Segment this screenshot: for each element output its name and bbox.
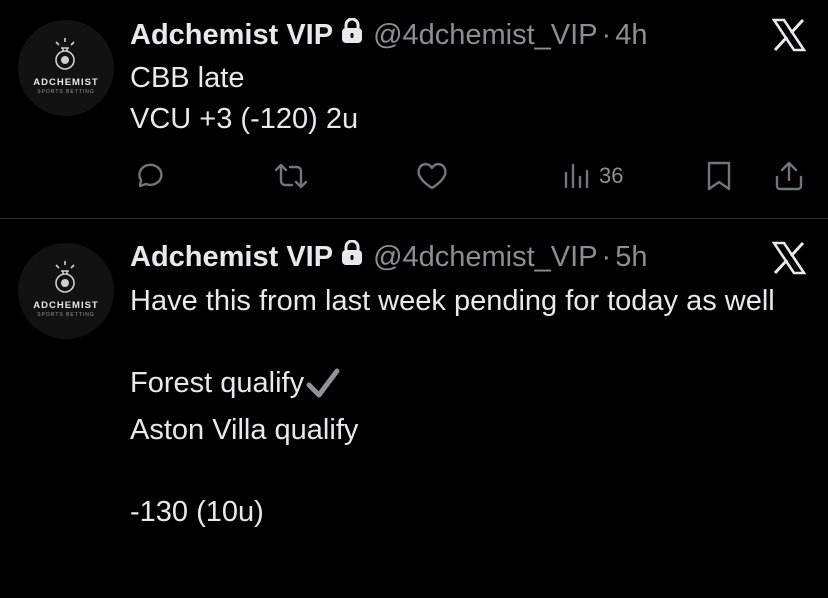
tweet-header: Adchemist VIP @4dchemist_VIP · 5h (130, 239, 647, 275)
author-handle[interactable]: @4dchemist_VIP (373, 19, 597, 52)
author-name[interactable]: Adchemist VIP (130, 19, 333, 52)
bookmark-button[interactable] (704, 156, 734, 196)
separator: · (601, 18, 612, 51)
share-icon (775, 161, 803, 191)
tweet-text-line: Forest qualify (130, 367, 305, 399)
avatar[interactable]: ADCHEMIST SPORTS BETTING (18, 20, 114, 116)
tweet-actions: 36 (0, 156, 828, 196)
separator: · (601, 240, 612, 273)
author-name[interactable]: Adchemist VIP (130, 241, 333, 274)
checkmark-icon (306, 368, 340, 410)
avatar-brand: ADCHEMIST (33, 77, 98, 88)
views-icon (564, 163, 589, 189)
repost-button[interactable] (272, 156, 310, 196)
heart-icon (417, 162, 447, 190)
tweet-header: Adchemist VIP @4dchemist_VIP · 4h (130, 17, 647, 53)
x-logo-icon (771, 241, 807, 275)
tweet-text-line: Aston Villa qualify (130, 414, 359, 446)
views-count: 36 (599, 163, 624, 188)
tweet-text-line: Have this from last week pending for tod… (130, 285, 775, 317)
avatar[interactable]: ADCHEMIST SPORTS BETTING (18, 243, 114, 339)
reply-button[interactable] (131, 156, 165, 196)
x-logo-icon (771, 18, 807, 52)
reply-icon (138, 163, 163, 188)
avatar-brand: ADCHEMIST (33, 300, 98, 311)
tweet-text-line: -130 (10u) (130, 496, 264, 528)
tweet-text: CBB late VCU +3 (-120) 2u (130, 62, 359, 135)
avatar-tagline: SPORTS BETTING (37, 312, 95, 318)
lock-icon (341, 17, 363, 52)
tweet-text: Have this from last week pending for tod… (130, 281, 810, 533)
timestamp[interactable]: 4h (615, 19, 647, 52)
share-button[interactable] (772, 156, 806, 196)
avatar-tagline: SPORTS BETTING (37, 89, 95, 95)
timestamp[interactable]: 5h (615, 241, 647, 274)
lock-icon (341, 239, 363, 274)
repost-icon (274, 163, 308, 189)
views-button[interactable]: 36 (561, 156, 623, 196)
tweet-2[interactable]: ADCHEMIST SPORTS BETTING Adchemist VIP @… (0, 219, 828, 598)
author-handle[interactable]: @4dchemist_VIP (373, 241, 597, 274)
tweet-1[interactable]: ADCHEMIST SPORTS BETTING Adchemist VIP @… (0, 0, 828, 218)
bookmark-icon (707, 161, 731, 191)
like-button[interactable] (414, 156, 450, 196)
